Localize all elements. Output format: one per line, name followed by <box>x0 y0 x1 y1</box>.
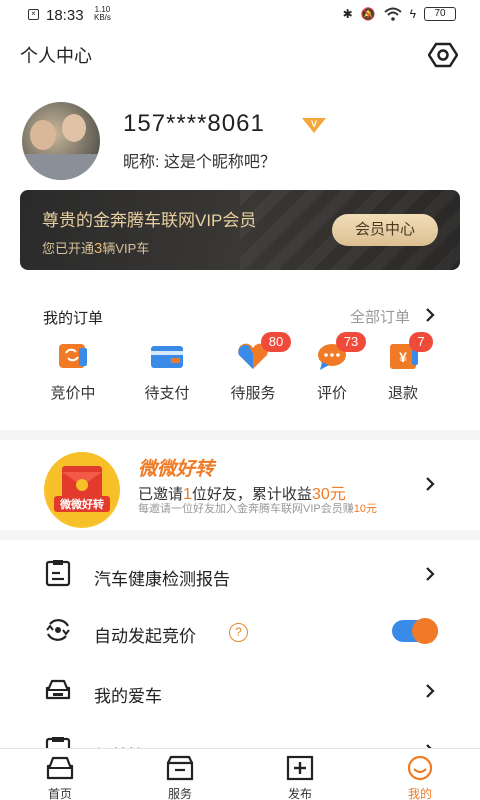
badge-count: 80 <box>261 332 291 352</box>
chevron-right-icon[interactable] <box>424 476 436 492</box>
orders-title: 我的订单 <box>43 310 104 327</box>
chevron-right-icon <box>426 684 435 698</box>
smile-icon <box>407 755 433 781</box>
tab-home[interactable]: 首页 <box>20 753 100 800</box>
order-label: 评价 <box>316 385 347 402</box>
menu-my-car[interactable]: 我的爱车 <box>0 660 480 720</box>
menu-health-report[interactable]: 汽车健康检测报告 <box>0 543 480 603</box>
menu-label: 汽车健康检测报告 <box>94 570 230 589</box>
logo-text: 微微好转 <box>59 497 104 511</box>
order-refund[interactable]: ¥ 退款 7 <box>363 332 443 410</box>
badge-count: 7 <box>409 332 433 352</box>
settings-icon[interactable] <box>428 40 458 70</box>
order-label: 待服务 <box>230 385 276 402</box>
wallet-icon <box>151 346 183 368</box>
plus-box-icon <box>286 755 314 781</box>
auto-bid-icon <box>46 619 70 641</box>
report-icon <box>45 560 71 587</box>
notification-icon: × <box>28 9 39 20</box>
vip-card[interactable]: 尊贵的金奔腾车联网VIP会员 您已开通3辆VIP车 会员中心 <box>20 190 460 270</box>
nickname: 昵称: 这是个昵称吧？ <box>123 154 276 171</box>
bottom-tab-bar: 首页 服务 发布 我的 <box>0 748 480 800</box>
settings-menu: 汽车健康检测报告 自动发起竞价 ? 我的爱车 保养管理 <box>0 540 480 766</box>
invite-banner[interactable]: 微微好转 微微好转 已邀请1位好友，累计收益30元 每邀请一位好友加入金奔腾车联… <box>0 430 480 530</box>
order-label: 竞价中 <box>50 385 96 402</box>
status-icons: ✱ 🔕 ϟ 70 <box>343 7 456 21</box>
phone-number: 157****8061 <box>123 110 265 137</box>
tab-publish[interactable]: 发布 <box>260 753 340 800</box>
menu-auto-bidding: 自动发起竞价 ? <box>0 600 480 660</box>
tab-label: 我的 <box>407 787 432 800</box>
help-icon[interactable]: ? <box>229 623 248 642</box>
order-review[interactable]: 评价 73 <box>292 332 372 410</box>
tab-label: 首页 <box>47 787 72 800</box>
charging-icon: ϟ <box>409 7 416 21</box>
wifi-icon <box>383 7 402 21</box>
tab-mine[interactable]: 我的 <box>380 753 460 800</box>
page-title: 个人中心 <box>20 46 92 66</box>
svg-text:V: V <box>311 119 317 129</box>
order-label: 退款 <box>387 385 418 402</box>
net-speed: 1.10 KB/s <box>94 5 111 22</box>
auto-bidding-toggle[interactable] <box>392 618 438 644</box>
order-label: 待支付 <box>144 385 190 402</box>
vip-subtitle: 您已开通3辆VIP车 <box>42 240 150 257</box>
order-bidding[interactable]: 竞价中 <box>33 340 113 410</box>
orders-section: 我的订单 全部订单 竞价中 待支付 待服务 80 评价 73 ¥ 退款 7 <box>0 295 480 430</box>
invite-brand: 微微好转 <box>138 459 215 480</box>
tab-label: 服务 <box>167 787 192 800</box>
chevron-right-icon[interactable] <box>424 307 436 323</box>
profile-section: 157****8061 V 昵称: 这是个昵称吧？ 尊贵的金奔腾车联网VIP会员… <box>0 80 480 300</box>
toggle-knob <box>412 618 438 644</box>
member-center-button[interactable]: 会员中心 <box>332 214 438 246</box>
home-car-icon <box>46 756 74 780</box>
badge-count: 73 <box>336 332 366 352</box>
order-pending-payment[interactable]: 待支付 <box>127 340 207 410</box>
red-envelope-logo: 微微好转 <box>44 452 120 528</box>
reward: 10元 <box>353 503 377 515</box>
service-icon <box>166 755 194 781</box>
car-icon <box>45 679 71 700</box>
invite-rule: 每邀请一位好友加入金奔腾车联网VIP会员赚10元 <box>138 503 377 515</box>
avatar[interactable] <box>22 102 100 180</box>
page-header: 个人中心 <box>0 30 480 80</box>
tab-service[interactable]: 服务 <box>140 753 220 800</box>
bluetooth-icon: ✱ <box>342 7 353 21</box>
bidding-icon <box>59 344 87 368</box>
chevron-right-icon <box>426 567 435 581</box>
vip-title: 尊贵的金奔腾车联网VIP会员 <box>42 211 257 230</box>
vip-badge-icon: V <box>302 118 326 133</box>
menu-label: 自动发起竞价 <box>94 627 196 646</box>
status-time: 18:33 <box>46 7 84 24</box>
mute-icon: 🔕 <box>360 7 376 21</box>
battery-indicator: 70 <box>424 7 456 21</box>
tab-label: 发布 <box>287 787 312 800</box>
order-pending-service[interactable]: 待服务 80 <box>213 332 293 410</box>
status-bar: × 18:33 1.10 KB/s ✱ 🔕 ϟ 70 <box>0 0 480 30</box>
svg-text:¥: ¥ <box>399 349 407 365</box>
all-orders-link[interactable]: 全部订单 <box>350 306 410 327</box>
menu-label: 我的爱车 <box>94 687 162 706</box>
